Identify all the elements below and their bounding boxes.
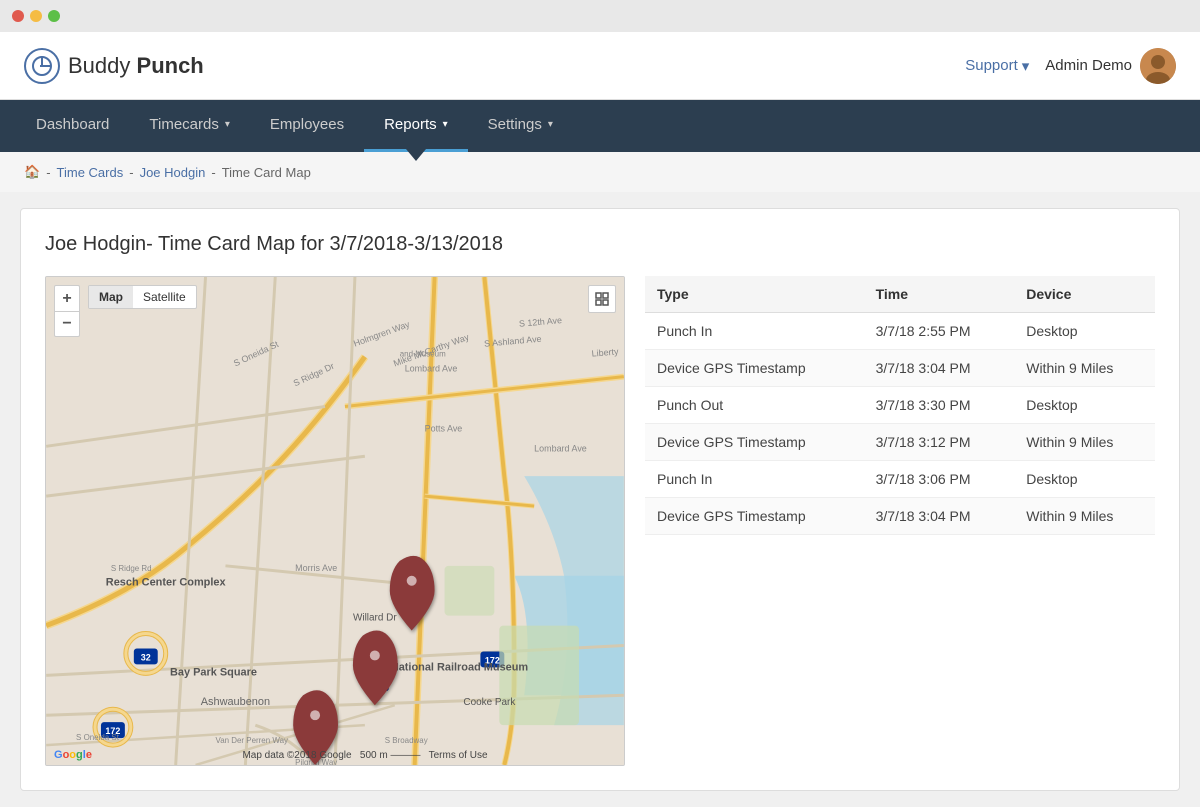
cell-device: Desktop <box>1014 387 1155 424</box>
col-time: Time <box>864 276 1015 313</box>
home-icon[interactable]: 🏠 <box>24 164 40 180</box>
chevron-down-icon: ▾ <box>548 119 553 130</box>
svg-text:S Ridge Rd: S Ridge Rd <box>111 564 152 573</box>
maximize-dot[interactable] <box>48 10 60 22</box>
breadcrumb: 🏠 - Time Cards - Joe Hodgin - Time Card … <box>0 152 1200 192</box>
table-header-row: Type Time Device <box>645 276 1155 313</box>
chevron-down-icon: ▾ <box>225 119 230 130</box>
svg-text:Lombard Ave: Lombard Ave <box>534 443 587 453</box>
breadcrumb-sep: - <box>211 165 215 180</box>
cell-type: Punch In <box>645 461 864 498</box>
zoom-out-button[interactable]: − <box>54 311 80 337</box>
card-title: Joe Hodgin- Time Card Map for 3/7/2018-3… <box>45 233 1155 256</box>
content-row: + − Map Satellite <box>45 276 1155 766</box>
breadcrumb-sep: - <box>129 165 133 180</box>
chevron-down-icon: ▾ <box>443 119 448 130</box>
nav-reports[interactable]: Reports ▾ <box>364 100 468 152</box>
top-right: Support ▾ Admin Demo <box>965 48 1176 84</box>
breadcrumb-current: Time Card Map <box>222 165 311 180</box>
cell-type: Punch Out <box>645 387 864 424</box>
card: Joe Hodgin- Time Card Map for 3/7/2018-3… <box>20 208 1180 791</box>
map-footer: Map data ©2018 Google 500 m ——— Terms of… <box>106 750 624 761</box>
map-type-satellite[interactable]: Satellite <box>133 286 196 308</box>
punch-table: Type Time Device Punch In3/7/18 2:55 PMD… <box>645 276 1155 535</box>
cell-time: 3/7/18 2:55 PM <box>864 313 1015 350</box>
avatar <box>1140 48 1176 84</box>
map-expand-button[interactable] <box>588 285 616 313</box>
nav-timecards[interactable]: Timecards ▾ <box>129 100 250 152</box>
svg-text:National Railroad Museum: National Railroad Museum <box>391 661 529 673</box>
svg-text:Ashwaubenon: Ashwaubenon <box>201 696 270 708</box>
cell-type: Punch In <box>645 313 864 350</box>
table-row: Device GPS Timestamp3/7/18 3:04 PMWithin… <box>645 498 1155 535</box>
svg-text:S Broadway: S Broadway <box>385 736 428 745</box>
nav-dashboard[interactable]: Dashboard <box>16 100 129 152</box>
cell-type: Device GPS Timestamp <box>645 350 864 387</box>
svg-text:Lombard Ave: Lombard Ave <box>405 364 458 374</box>
cell-device: Desktop <box>1014 461 1155 498</box>
cell-device: Desktop <box>1014 313 1155 350</box>
nav-settings[interactable]: Settings ▾ <box>468 100 573 152</box>
cell-device: Within 9 Miles <box>1014 350 1155 387</box>
col-type: Type <box>645 276 864 313</box>
cell-time: 3/7/18 3:12 PM <box>864 424 1015 461</box>
cell-type: Device GPS Timestamp <box>645 498 864 535</box>
google-logo: Google <box>54 749 92 761</box>
breadcrumb-timecards[interactable]: Time Cards <box>57 165 124 180</box>
table-row: Punch Out3/7/18 3:30 PMDesktop <box>645 387 1155 424</box>
breadcrumb-employee[interactable]: Joe Hodgin <box>140 165 206 180</box>
nav-employees[interactable]: Employees <box>250 100 364 152</box>
svg-text:Cooke Park: Cooke Park <box>463 697 515 708</box>
table-container: Type Time Device Punch In3/7/18 2:55 PMD… <box>645 276 1155 766</box>
map-zoom-controls: + − <box>54 285 80 337</box>
zoom-in-button[interactable]: + <box>54 285 80 311</box>
cell-time: 3/7/18 3:06 PM <box>864 461 1015 498</box>
map-type-toggle: Map Satellite <box>88 285 197 309</box>
cell-time: 3/7/18 3:30 PM <box>864 387 1015 424</box>
table-row: Device GPS Timestamp3/7/18 3:04 PMWithin… <box>645 350 1155 387</box>
user-info: Admin Demo <box>1045 48 1176 84</box>
title-bar <box>0 0 1200 32</box>
svg-text:Van Der Perren Way: Van Der Perren Way <box>215 736 288 745</box>
svg-text:Morris Ave: Morris Ave <box>295 563 337 573</box>
svg-text:Bay Park Square: Bay Park Square <box>170 666 257 678</box>
svg-text:and Museum: and Museum <box>400 350 446 359</box>
support-link[interactable]: Support ▾ <box>965 57 1029 75</box>
svg-text:32: 32 <box>141 652 151 662</box>
col-device: Device <box>1014 276 1155 313</box>
cell-time: 3/7/18 3:04 PM <box>864 498 1015 535</box>
main-content: Joe Hodgin- Time Card Map for 3/7/2018-3… <box>0 192 1200 807</box>
cell-device: Within 9 Miles <box>1014 424 1155 461</box>
svg-text:Potts Ave: Potts Ave <box>425 423 463 433</box>
table-row: Punch In3/7/18 3:06 PMDesktop <box>645 461 1155 498</box>
svg-text:Resch Center Complex: Resch Center Complex <box>106 577 226 589</box>
top-bar: Buddy Punch Support ▾ Admin Demo <box>0 32 1200 100</box>
table-row: Device GPS Timestamp3/7/18 3:12 PMWithin… <box>645 424 1155 461</box>
logo[interactable]: Buddy Punch <box>24 48 204 84</box>
cell-type: Device GPS Timestamp <box>645 424 864 461</box>
logo-icon <box>24 48 60 84</box>
chevron-down-icon: ▾ <box>1022 57 1030 75</box>
breadcrumb-sep: - <box>46 165 50 180</box>
svg-text:Willard Dr: Willard Dr <box>353 613 397 624</box>
cell-device: Within 9 Miles <box>1014 498 1155 535</box>
table-row: Punch In3/7/18 2:55 PMDesktop <box>645 313 1155 350</box>
map-type-map[interactable]: Map <box>89 286 133 308</box>
map-container: + − Map Satellite <box>45 276 625 766</box>
minimize-dot[interactable] <box>30 10 42 22</box>
svg-text:S Oneida St: S Oneida St <box>76 733 120 742</box>
cell-time: 3/7/18 3:04 PM <box>864 350 1015 387</box>
close-dot[interactable] <box>12 10 24 22</box>
nav-bar: Dashboard Timecards ▾ Employees Reports … <box>0 100 1200 152</box>
map-svg: 172 32 32 172 Res <box>46 277 624 765</box>
logo-text: Buddy Punch <box>68 53 204 79</box>
